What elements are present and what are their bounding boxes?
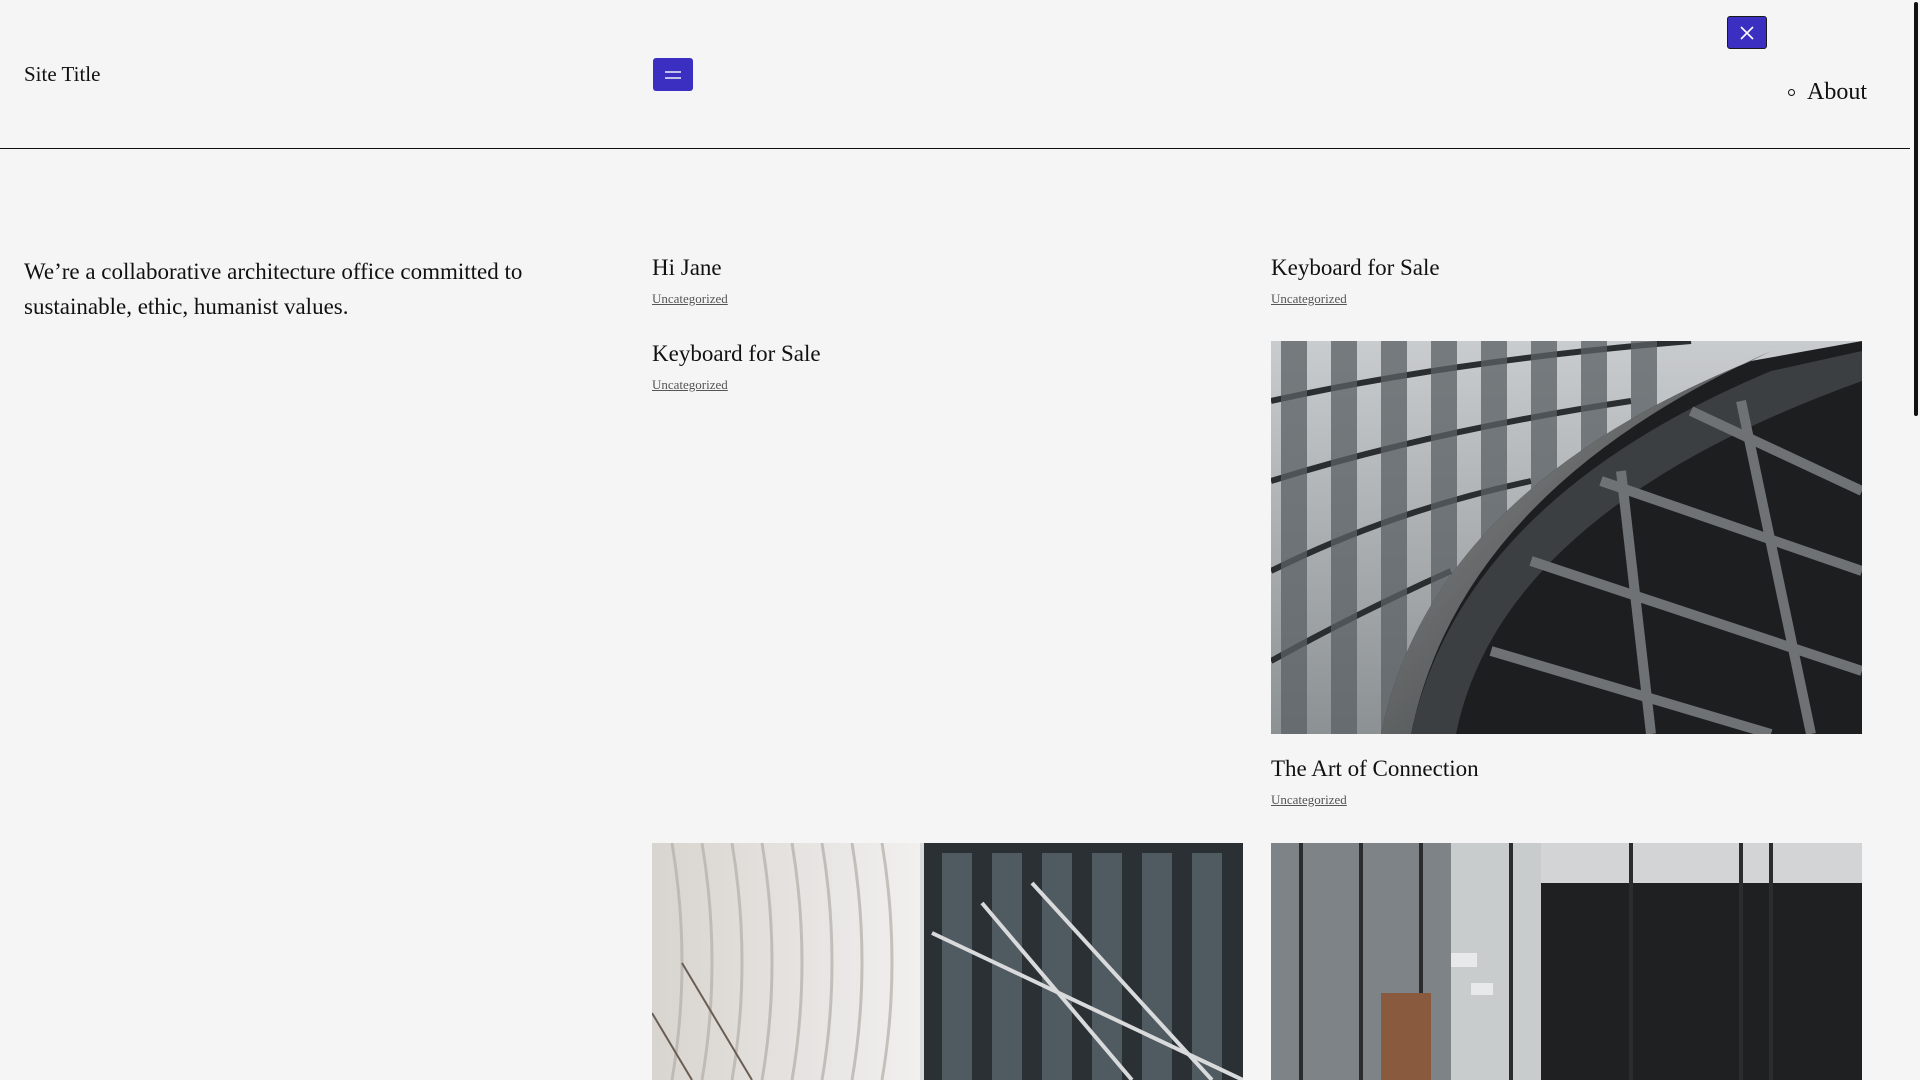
hamburger-icon — [665, 70, 681, 79]
post-featured-image[interactable] — [1271, 341, 1862, 734]
nav-link-about[interactable]: About — [1807, 76, 1867, 108]
post-card: Keyboard for Sale Uncategorized — [1271, 254, 1440, 308]
primary-navigation: About — [1788, 76, 1867, 108]
post-title[interactable]: Keyboard for Sale — [652, 340, 821, 368]
post-category-link[interactable]: Uncategorized — [1271, 291, 1347, 307]
site-header: Site Title About — [0, 0, 1910, 149]
site-tagline: We’re a collaborative architecture offic… — [24, 259, 523, 319]
post-featured-image[interactable] — [652, 843, 1243, 1080]
page: Site Title About We’re a collaborative a… — [0, 0, 1920, 1080]
post-category-link[interactable]: Uncategorized — [652, 291, 728, 307]
nav-item-about: About — [1788, 76, 1867, 108]
scrollbar-thumb[interactable] — [1914, 2, 1918, 416]
close-icon — [1740, 25, 1754, 40]
post-title[interactable]: The Art of Connection — [1271, 755, 1479, 783]
post-title[interactable]: Hi Jane — [652, 254, 728, 282]
post-category-link[interactable]: Uncategorized — [652, 377, 728, 393]
menu-open-button[interactable] — [653, 58, 693, 91]
post-title[interactable]: Keyboard for Sale — [1271, 254, 1440, 282]
post-card: The Art of Connection Uncategorized — [1271, 755, 1479, 809]
menu-close-button[interactable] — [1727, 16, 1767, 49]
post-featured-image[interactable] — [1271, 843, 1862, 1080]
post-card: Keyboard for Sale Uncategorized — [652, 340, 821, 394]
post-card: Hi Jane Uncategorized — [652, 254, 728, 308]
bullet-circle-icon — [1788, 88, 1795, 96]
site-title[interactable]: Site Title — [24, 62, 100, 86]
post-category-link[interactable]: Uncategorized — [1271, 792, 1347, 808]
